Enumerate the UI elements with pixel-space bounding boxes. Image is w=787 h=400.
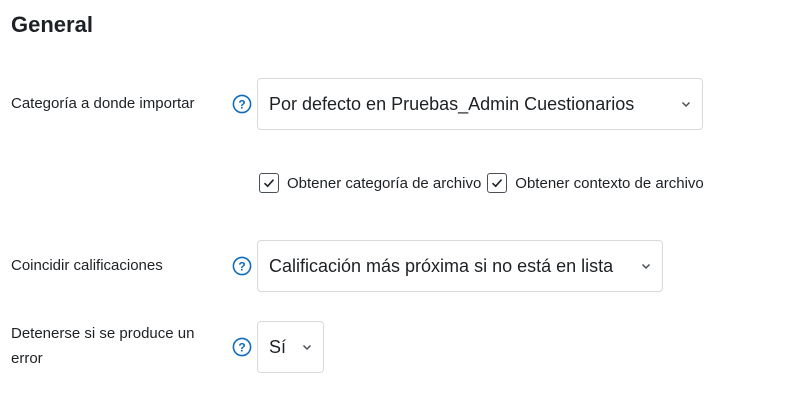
svg-text:?: ? <box>238 97 245 111</box>
stop-on-error-select[interactable]: Sí <box>257 321 324 373</box>
category-select[interactable]: Por defecto en Pruebas_Admin Cuestionari… <box>257 78 703 130</box>
chevron-down-icon <box>681 101 691 108</box>
svg-text:?: ? <box>238 340 245 354</box>
help-icon[interactable]: ? <box>232 337 252 357</box>
grades-select-value: Calificación más próxima si no está en l… <box>269 255 614 276</box>
section-title: General <box>11 12 93 37</box>
help-icon[interactable]: ? <box>232 256 252 276</box>
category-checkbox-group: Obtener categoría de archivo Obtener con… <box>259 173 710 193</box>
help-icon[interactable]: ? <box>232 94 252 114</box>
category-select-value: Por defecto en Pruebas_Admin Cuestionari… <box>269 93 635 114</box>
checkbox-label: Obtener contexto de archivo <box>515 174 704 192</box>
stop-on-error-select-value: Sí <box>269 336 287 357</box>
svg-text:?: ? <box>238 259 245 273</box>
grades-select[interactable]: Calificación más próxima si no está en l… <box>257 240 663 292</box>
category-label: Categoría a donde importar <box>11 95 195 112</box>
checkmark-icon <box>492 179 503 188</box>
checkbox-obtain-category[interactable]: Obtener categoría de archivo <box>259 173 481 193</box>
grades-label: Coincidir calificaciones <box>11 257 163 274</box>
checkbox-box[interactable] <box>259 173 279 193</box>
chevron-down-icon <box>641 263 651 270</box>
checkbox-label: Obtener categoría de archivo <box>287 174 482 192</box>
checkmark-icon <box>263 179 275 188</box>
checkbox-box[interactable] <box>487 173 508 193</box>
stop-on-error-label: Detenerse si se produce un error <box>11 325 195 367</box>
chevron-down-icon <box>302 344 312 351</box>
checkbox-obtain-context[interactable]: Obtener contexto de archivo <box>487 173 704 193</box>
